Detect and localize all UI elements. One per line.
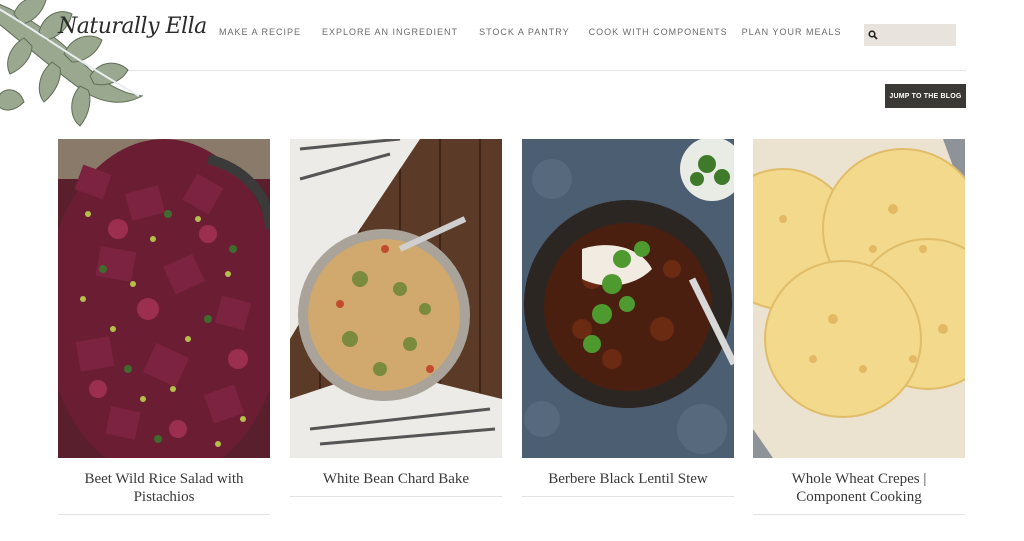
- search-box[interactable]: [864, 24, 956, 46]
- recipe-card[interactable]: Beet Wild Rice Salad with Pistachios: [58, 139, 270, 515]
- recipe-card[interactable]: Berbere Black Lentil Stew: [522, 139, 734, 497]
- recipe-title[interactable]: White Bean Chard Bake: [290, 470, 502, 488]
- recipe-title[interactable]: Whole Wheat Crepes | Component Cooking: [753, 470, 965, 506]
- recipe-title[interactable]: Berbere Black Lentil Stew: [522, 470, 734, 488]
- beet-salad-photo[interactable]: [58, 139, 270, 458]
- site-logo[interactable]: Naturally Ella: [58, 14, 207, 39]
- nav-cook-with-components[interactable]: COOK WITH COMPONENTS: [589, 27, 728, 37]
- main-nav: MAKE A RECIPE EXPLORE AN INGREDIENT STOC…: [219, 27, 841, 37]
- recipe-title[interactable]: Beet Wild Rice Salad with Pistachios: [58, 470, 270, 506]
- search-icon[interactable]: [868, 30, 878, 40]
- card-divider: [522, 496, 734, 497]
- card-divider: [58, 514, 270, 515]
- crepes-photo[interactable]: [753, 139, 965, 458]
- search-input[interactable]: [881, 26, 955, 44]
- recipe-card[interactable]: Whole Wheat Crepes | Component Cooking: [753, 139, 965, 515]
- card-divider: [753, 514, 965, 515]
- jump-to-blog-button[interactable]: JUMP TO THE BLOG: [885, 84, 966, 108]
- recipe-card[interactable]: White Bean Chard Bake: [290, 139, 502, 497]
- nav-plan-your-meals[interactable]: PLAN YOUR MEALS: [742, 27, 842, 37]
- nav-make-a-recipe[interactable]: MAKE A RECIPE: [219, 27, 301, 37]
- card-divider: [290, 496, 502, 497]
- nav-stock-a-pantry[interactable]: STOCK A PANTRY: [479, 27, 570, 37]
- lentil-stew-photo[interactable]: [522, 139, 734, 458]
- nav-explore-an-ingredient[interactable]: EXPLORE AN INGREDIENT: [322, 27, 458, 37]
- header-divider: [58, 70, 966, 71]
- bean-bake-photo[interactable]: [290, 139, 502, 458]
